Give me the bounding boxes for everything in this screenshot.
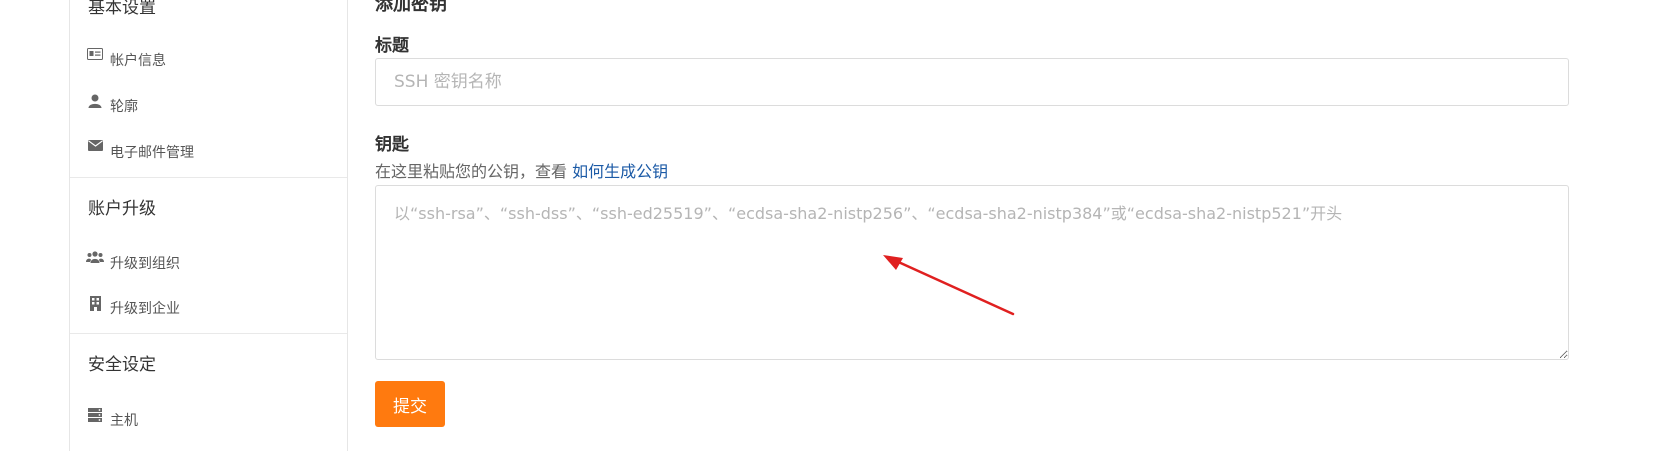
server-icon xyxy=(86,408,104,424)
settings-sidebar: 基本设置 帐户信息 轮廓 电子邮件管理 账户升级 升级到组织 升级到企业 安全设… xyxy=(69,0,348,451)
sidebar-item-upgrade-enterprise[interactable]: 升级到企业 xyxy=(86,296,180,319)
sidebar-divider xyxy=(70,333,347,334)
sidebar-item-profile[interactable]: 轮廓 xyxy=(86,94,138,117)
sidebar-item-label: 升级到企业 xyxy=(110,301,180,317)
sidebar-item-label: 主机 xyxy=(110,413,138,429)
sidebar-item-label: 轮廓 xyxy=(110,99,138,115)
key-help-message: 在这里粘贴您的公钥，查看 xyxy=(375,162,568,181)
section-title: 添加密钥 xyxy=(375,0,447,15)
sidebar-item-upgrade-organization[interactable]: 升级到组织 xyxy=(86,251,180,274)
user-icon xyxy=(86,94,104,110)
ssh-key-title-input[interactable] xyxy=(375,58,1569,106)
sidebar-heading-security-settings: 安全设定 xyxy=(88,355,156,375)
how-to-generate-key-link[interactable]: 如何生成公钥 xyxy=(572,162,668,181)
sidebar-item-email-management[interactable]: 电子邮件管理 xyxy=(86,140,194,163)
sidebar-item-account-info[interactable]: 帐户信息 xyxy=(86,48,166,71)
id-card-icon xyxy=(86,48,104,64)
title-field-label: 标题 xyxy=(375,36,409,56)
key-help-text: 在这里粘贴您的公钥，查看 如何生成公钥 xyxy=(375,158,668,182)
envelope-icon xyxy=(86,140,104,156)
sidebar-item-label: 电子邮件管理 xyxy=(110,145,194,161)
page: 基本设置 帐户信息 轮廓 电子邮件管理 账户升级 升级到组织 升级到企业 安全设… xyxy=(0,0,1680,451)
submit-button[interactable]: 提交 xyxy=(375,381,445,427)
sidebar-heading-basic-settings: 基本设置 xyxy=(88,0,156,18)
sidebar-item-host[interactable]: 主机 xyxy=(86,408,138,431)
ssh-public-key-textarea[interactable] xyxy=(375,185,1569,360)
sidebar-divider xyxy=(70,177,347,178)
key-field-label: 钥匙 xyxy=(375,135,409,155)
building-icon xyxy=(86,296,104,312)
sidebar-heading-account-upgrade: 账户升级 xyxy=(88,199,156,219)
add-ssh-key-form: 添加密钥 标题 钥匙 在这里粘贴您的公钥，查看 如何生成公钥 提交 xyxy=(375,0,1575,451)
sidebar-item-label: 帐户信息 xyxy=(110,53,166,69)
sidebar-item-label: 升级到组织 xyxy=(110,256,180,272)
users-icon xyxy=(86,251,104,267)
